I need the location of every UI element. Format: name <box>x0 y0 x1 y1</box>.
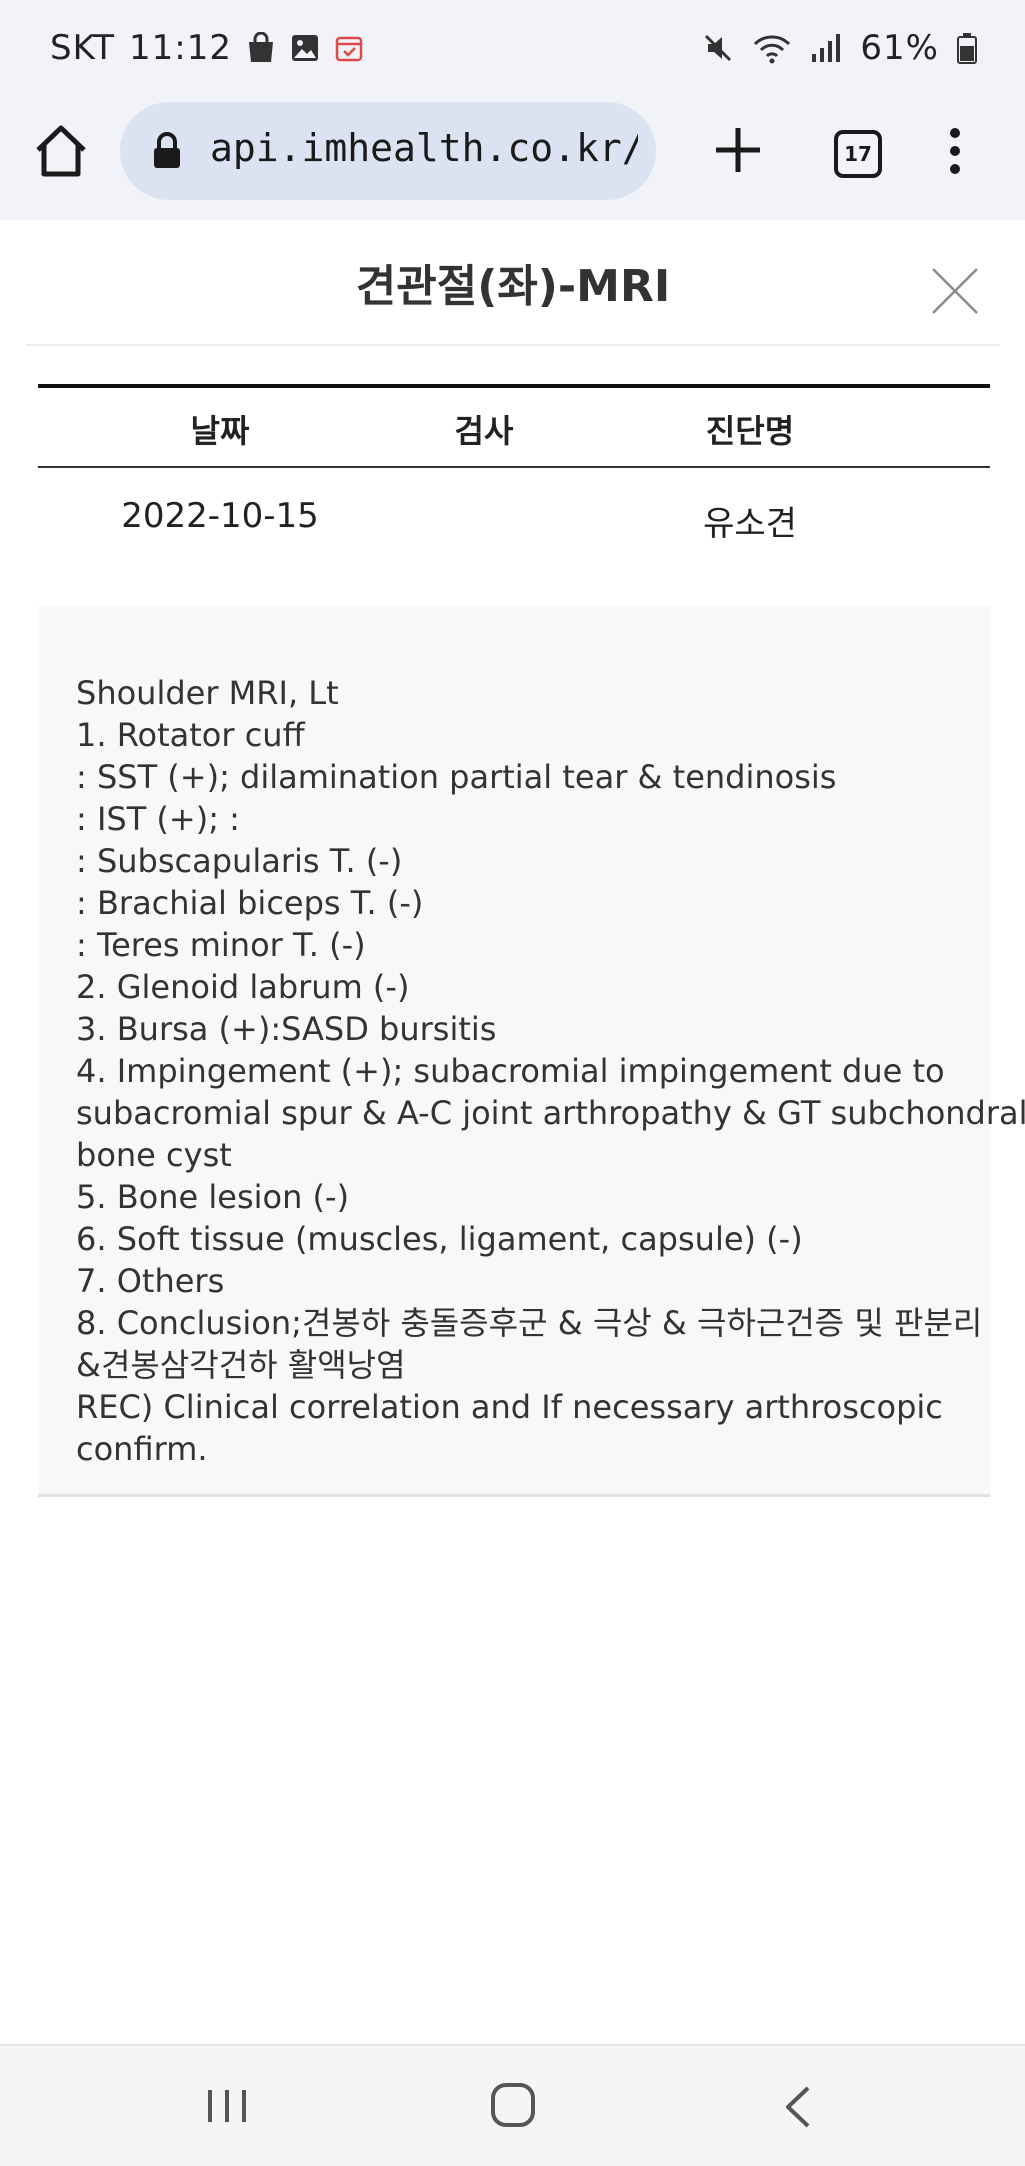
page-title: 견관절(좌)-MRI <box>355 261 671 312</box>
tab-count: 17 <box>844 142 872 166</box>
report-line: 3. Bursa (+):SASD bursitis <box>76 1010 497 1048</box>
status-bar: SKT 11:12 61% <box>0 0 1025 96</box>
report-modal: 견관절(좌)-MRI 날짜 검사 진단명 2022-10-15 유소견 Shou… <box>0 220 1025 2044</box>
report-line: 8. Conclusion;견봉하 충돌증후군 & 극상 & 극하근건증 및 판… <box>76 1304 983 1342</box>
report-line: : SST (+); dilamination partial tear & t… <box>76 758 837 796</box>
report-line: 7. Others <box>76 1262 225 1300</box>
recent-apps-icon[interactable] <box>202 2086 252 2126</box>
modal-header: 견관절(좌)-MRI <box>26 220 1000 346</box>
table-row: 2022-10-15 유소견 <box>38 468 990 568</box>
report-line: Shoulder MRI, Lt <box>76 674 339 712</box>
report-line: : Teres minor T. (-) <box>76 926 366 964</box>
navigation-bar <box>0 2044 1025 2166</box>
clock-label: 11:12 <box>129 28 232 68</box>
shopping-bag-icon <box>249 32 273 62</box>
table-header: 날짜 검사 진단명 <box>38 384 990 468</box>
report-line: confirm. <box>76 1430 208 1468</box>
mute-icon <box>705 34 732 62</box>
url-text: api.imhealth.co.kr/App <box>210 126 638 170</box>
gallery-icon <box>292 35 318 61</box>
report-panel: Shoulder MRI, Lt 1. Rotator cuff : SST (+)… <box>38 606 1025 1497</box>
report-line: : Subscapularis T. (-) <box>76 842 403 880</box>
cell-date: 2022-10-15 <box>121 496 319 536</box>
report-line: REC) Clinical correlation and If necessa… <box>76 1388 943 1426</box>
battery-icon <box>957 33 977 64</box>
address-bar[interactable]: api.imhealth.co.kr/App <box>120 102 656 200</box>
back-icon[interactable] <box>782 2084 812 2130</box>
report-line: 6. Soft tissue (muscles, ligament, capsu… <box>76 1220 803 1258</box>
report-line: subacromial spur & A-C joint arthropathy… <box>76 1094 1025 1132</box>
report-line: 5. Bone lesion (-) <box>76 1178 350 1216</box>
report-line: &견봉삼각건하 활액낭염 <box>76 1346 406 1384</box>
status-right: 61% <box>702 26 977 70</box>
cell-diagnosis: 유소견 <box>703 504 797 544</box>
browser-toolbar: api.imhealth.co.kr/App 17 <box>0 96 1025 206</box>
lock-icon <box>154 132 180 168</box>
column-header-diagnosis: 진단명 <box>705 412 795 450</box>
signal-icon <box>812 34 841 62</box>
report-line: : Brachial biceps T. (-) <box>76 884 424 922</box>
column-header-date: 날짜 <box>190 412 250 450</box>
wifi-icon <box>754 35 791 64</box>
report-line: bone cyst <box>76 1136 232 1174</box>
home-icon[interactable] <box>32 122 90 180</box>
report-line: 1. Rotator cuff <box>76 716 305 754</box>
tab-switcher-button[interactable]: 17 <box>834 130 882 178</box>
status-left: SKT 11:12 <box>50 26 364 70</box>
carrier-label: SKT <box>50 28 116 68</box>
report-line: : IST (+); : <box>76 800 240 838</box>
close-icon[interactable] <box>930 266 980 316</box>
new-tab-icon[interactable] <box>712 124 764 176</box>
calendar-icon <box>335 36 363 62</box>
report-line: 2. Glenoid labrum (-) <box>76 968 410 1006</box>
column-header-exam: 검사 <box>454 412 514 450</box>
battery-percent: 61% <box>860 28 939 68</box>
report-text: Shoulder MRI, Lt 1. Rotator cuff : SST (+)… <box>76 672 1025 1470</box>
report-line: 4. Impingement (+); subacromial impingem… <box>76 1052 945 1090</box>
more-menu-icon[interactable] <box>940 126 970 176</box>
home-nav-icon[interactable] <box>490 2082 536 2128</box>
